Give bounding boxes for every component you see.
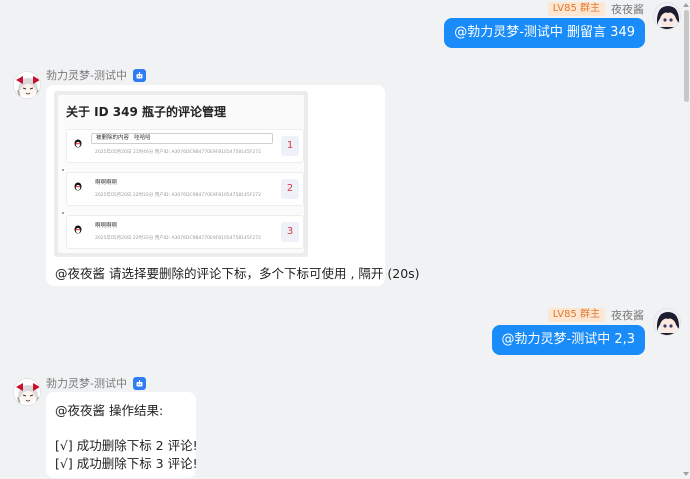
result-line: [√] 成功删除下标 2 评论! xyxy=(55,438,198,453)
comment-content-field: 被删除的内容 哇哈哈 xyxy=(91,133,273,144)
message-bubble[interactable]: @勃力灵梦-测试中 2,3 xyxy=(491,325,645,355)
divider-dot xyxy=(62,169,64,171)
level-badge: LV85 群主 xyxy=(547,2,605,16)
user-avatar-icon[interactable] xyxy=(653,308,681,336)
qq-penguin-icon xyxy=(74,225,82,234)
sender-name[interactable]: 夜夜酱 xyxy=(611,1,644,17)
comment-row: 被删除的内容 哇哈哈 2025年05月20日 21时46分 用户ID: A307… xyxy=(66,129,304,163)
result-line: @夜夜酱 操作结果: xyxy=(55,403,164,418)
result-line: [√] 成功删除下标 3 评论! xyxy=(55,456,198,471)
sender-name[interactable]: 勃力灵梦-测试中 xyxy=(46,375,127,391)
comment-index-badge: 2 xyxy=(281,179,299,199)
user-avatar-icon[interactable] xyxy=(653,2,681,30)
bot-icon xyxy=(132,68,146,82)
comment-management-panel: 关于 ID 349 瓶子的评论管理 被删除的内容 哇哈哈 2025年05月20日… xyxy=(58,95,304,253)
message-text: @夜夜酱 请选择要删除的评论下标，多个下标可使用 , 隔开 (20s) xyxy=(55,266,420,281)
scroll-up-icon[interactable] xyxy=(683,2,689,8)
qq-penguin-icon xyxy=(74,139,82,148)
message-bubble[interactable]: @夜夜酱 操作结果: [√] 成功删除下标 2 评论! [√] 成功删除下标 3… xyxy=(46,392,198,478)
scroll-down-icon[interactable] xyxy=(683,471,689,477)
comment-nick: 啊啊啊啊 xyxy=(95,223,118,229)
bot-avatar-icon[interactable] xyxy=(13,71,41,99)
bot-icon xyxy=(132,376,146,390)
sender-meta: 勃力灵梦-测试中 xyxy=(46,67,146,83)
comment-meta: 2025年05月20日 22时33分 用户ID: A3076DC9B4770E9… xyxy=(95,193,261,198)
comment-row: 啊啊啊啊 2025年05月20日 22时33分 用户ID: A3076DC9B4… xyxy=(66,215,304,249)
divider-dot xyxy=(62,212,64,214)
message-bubble[interactable]: @勃力灵梦-测试中 删留言 349 xyxy=(444,18,645,48)
scroll-thumb[interactable] xyxy=(684,10,689,102)
qq-penguin-icon xyxy=(74,182,82,191)
bot-avatar-icon[interactable] xyxy=(13,378,41,406)
comment-meta: 2025年05月20日 22时33分 用户ID: A3076DC9B4770E9… xyxy=(95,236,261,241)
message-bubble[interactable]: 关于 ID 349 瓶子的评论管理 被删除的内容 哇哈哈 2025年05月20日… xyxy=(46,85,420,286)
comment-meta: 2025年05月20日 21时46分 用户ID: A3076DC9B4770E9… xyxy=(95,150,261,155)
comment-nick: 啊啊啊啊 xyxy=(95,180,118,186)
comment-index-badge: 1 xyxy=(281,136,299,156)
panel-title: 关于 ID 349 瓶子的评论管理 xyxy=(66,105,227,119)
embedded-screenshot[interactable]: 关于 ID 349 瓶子的评论管理 被删除的内容 哇哈哈 2025年05月20日… xyxy=(54,91,308,257)
comment-row: 啊啊啊啊 2025年05月20日 22时33分 用户ID: A3076DC9B4… xyxy=(66,172,304,206)
scrollbar[interactable] xyxy=(682,0,690,479)
sender-meta: LV85 群主 夜夜酱 xyxy=(547,307,644,323)
comment-text: 哇哈哈 xyxy=(134,135,151,141)
sender-name[interactable]: 夜夜酱 xyxy=(611,307,644,323)
sender-meta: LV85 群主 夜夜酱 xyxy=(547,1,644,17)
level-badge: LV85 群主 xyxy=(547,308,605,322)
comment-nick: 被删除的内容 xyxy=(96,135,130,141)
sender-name[interactable]: 勃力灵梦-测试中 xyxy=(46,67,127,83)
sender-meta: 勃力灵梦-测试中 xyxy=(46,375,146,391)
comment-index-badge: 3 xyxy=(281,222,299,242)
